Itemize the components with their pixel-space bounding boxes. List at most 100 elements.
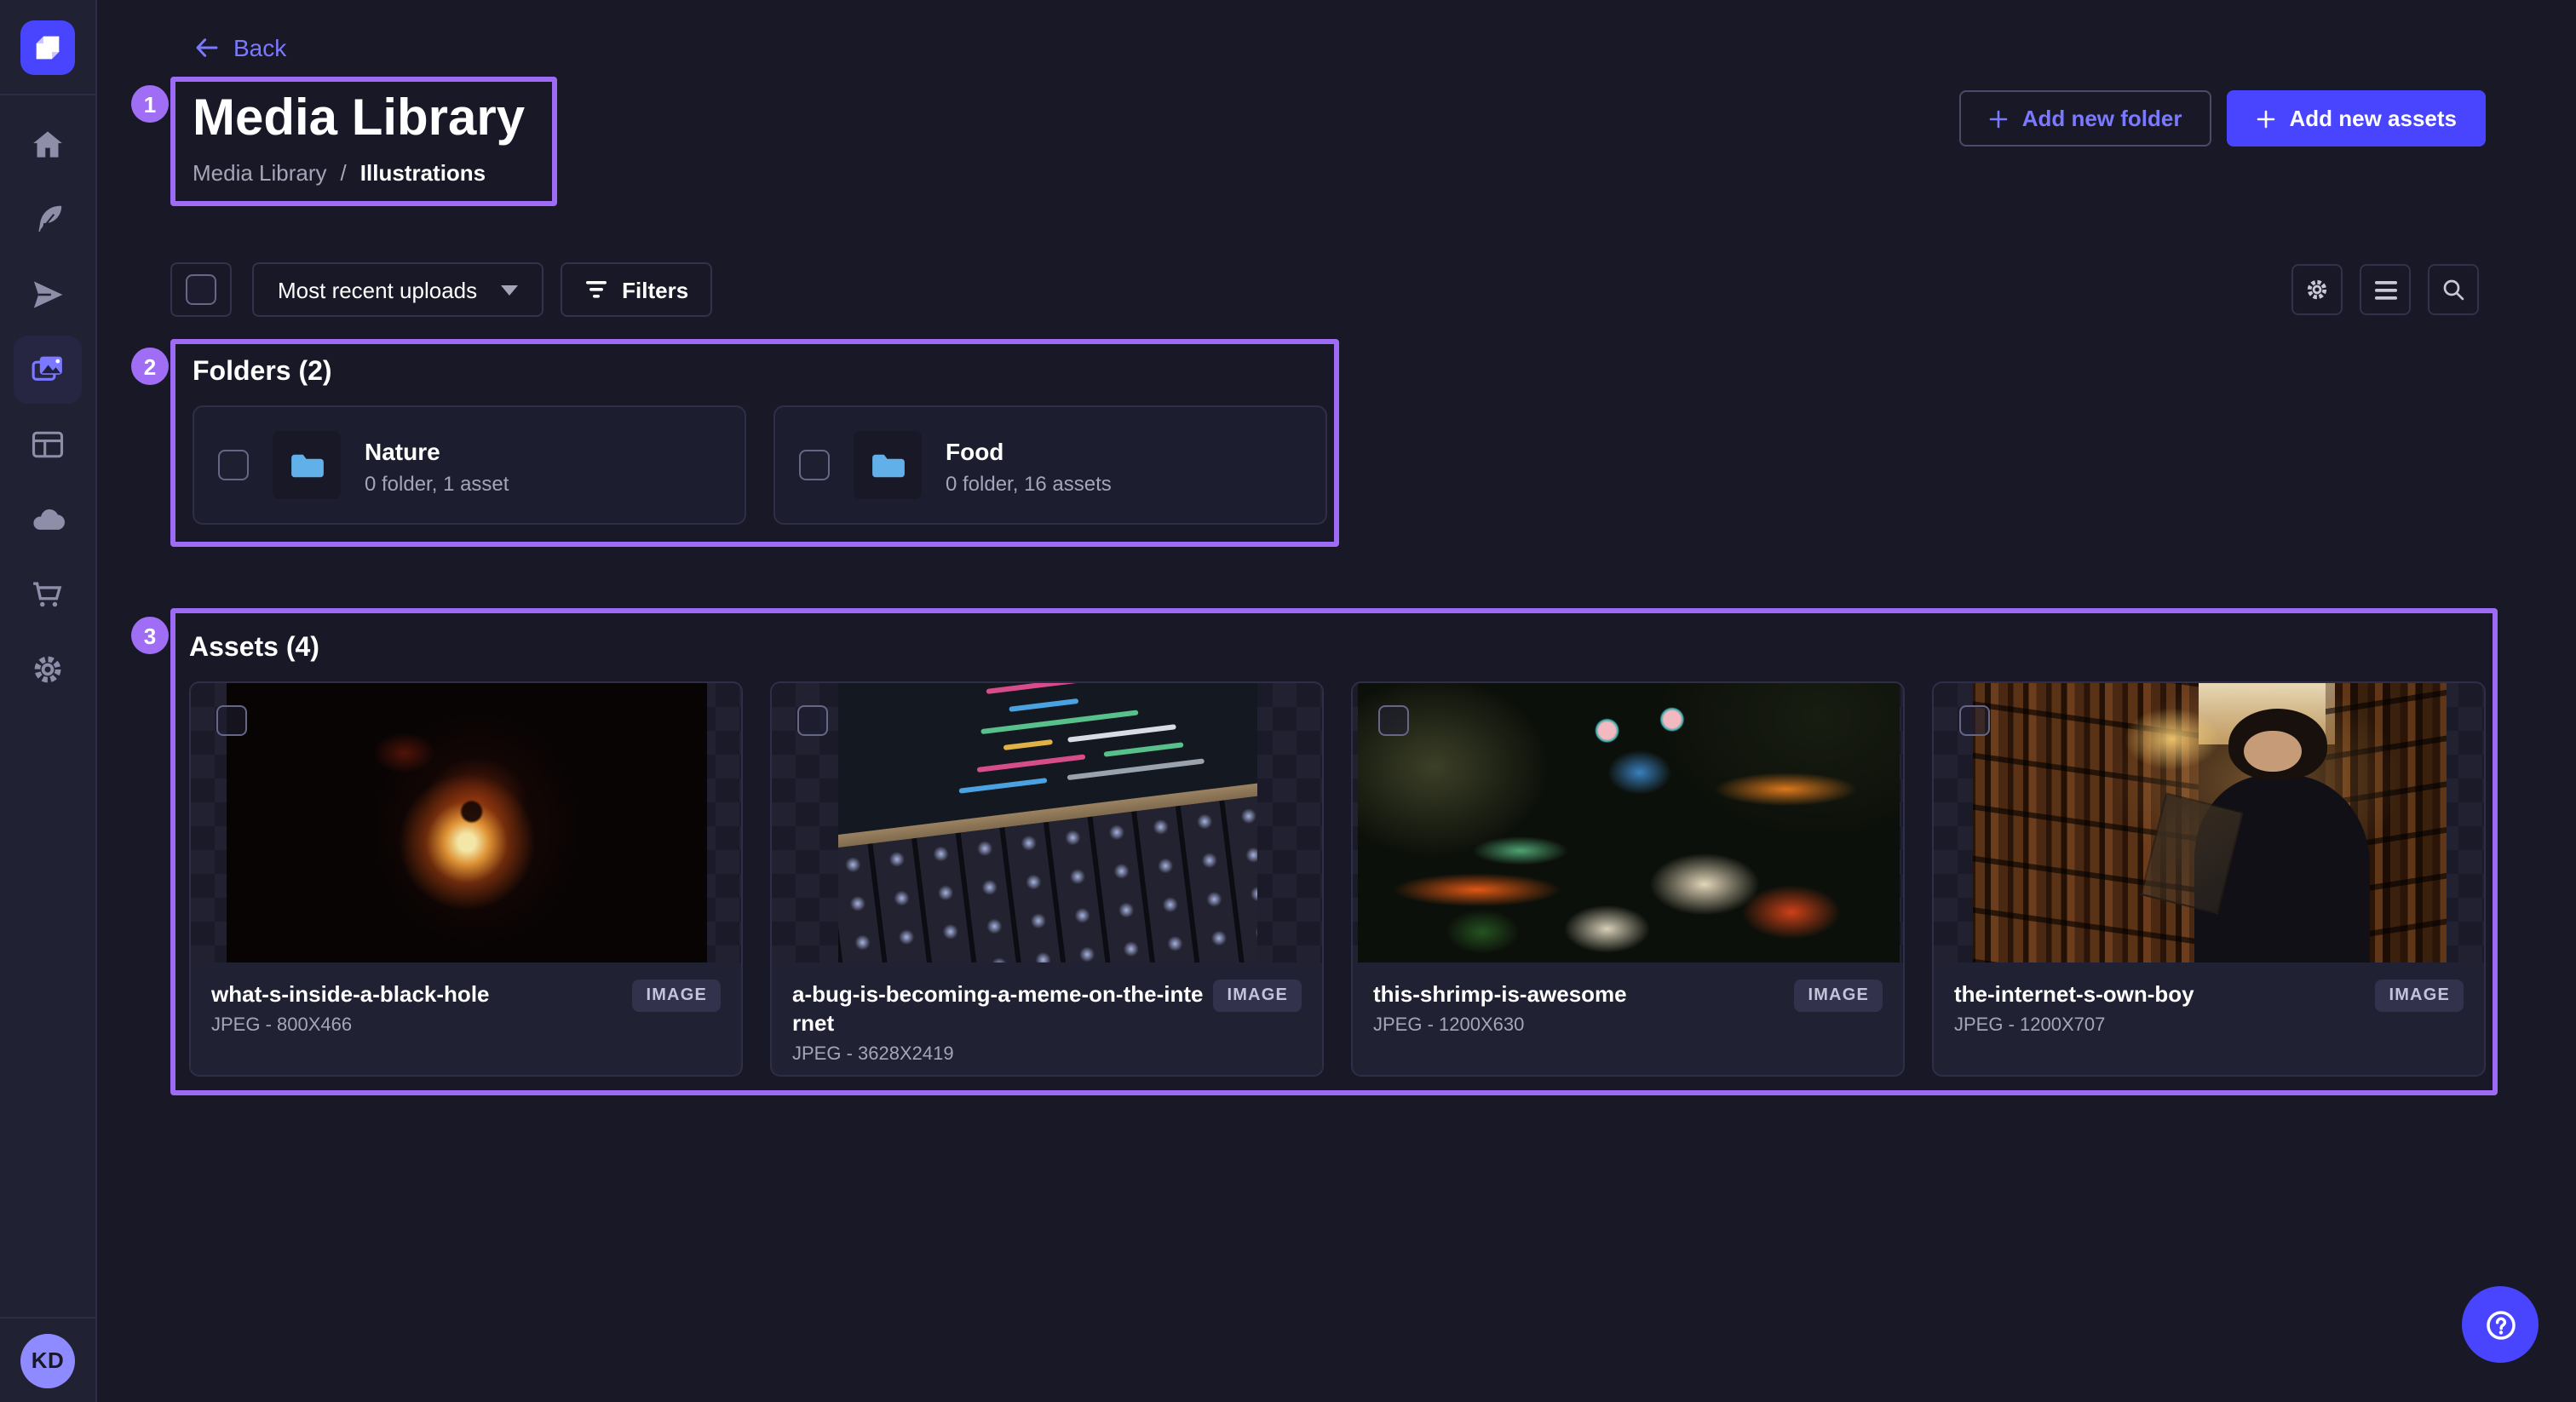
- paper-plane-icon: [29, 276, 66, 313]
- strapi-logo[interactable]: [20, 20, 75, 74]
- folder-card-food[interactable]: Food 0 folder, 16 assets: [773, 405, 1327, 525]
- cart-icon: [29, 576, 66, 613]
- strapi-logo-icon: [31, 30, 65, 64]
- app-window: KD Back 1 Media Library Media Library / …: [0, 0, 2576, 1402]
- layout-icon: [29, 426, 66, 463]
- folder-name[interactable]: Food: [946, 435, 1112, 466]
- add-new-assets-button[interactable]: Add new assets: [2226, 90, 2486, 147]
- annotation-box-3: 3 Assets (4) what-s-inside-a-black-hole …: [170, 608, 2498, 1095]
- asset-list: what-s-inside-a-black-hole JPEG - 800X46…: [189, 681, 2493, 1077]
- asset-meta: JPEG - 3628X2419: [792, 1044, 1302, 1065]
- gear-icon: [29, 651, 66, 688]
- asset-checkbox[interactable]: [797, 705, 828, 736]
- folder-name[interactable]: Nature: [365, 435, 509, 466]
- asset-card-internets-own-boy[interactable]: the-internet-s-own-boy JPEG - 1200X707 I…: [1932, 681, 2486, 1077]
- sidebar-nav: [0, 95, 95, 1317]
- folder-tile: [273, 431, 341, 499]
- folder-icon: [870, 451, 906, 480]
- view-controls: [2291, 264, 2479, 315]
- help-button[interactable]: [2462, 1286, 2539, 1363]
- back-link[interactable]: Back: [193, 0, 286, 61]
- cloud-icon: [29, 501, 66, 538]
- breadcrumb: Media Library / Illustrations: [193, 160, 525, 186]
- search-button[interactable]: [2428, 264, 2479, 315]
- asset-footer: a-bug-is-becoming-a-meme-on-the-internet…: [772, 962, 1322, 1075]
- home-icon: [29, 126, 66, 164]
- sort-dropdown[interactable]: Most recent uploads: [252, 262, 543, 317]
- laptop-code-image: [837, 683, 1256, 962]
- sidebar-item-settings[interactable]: [14, 635, 82, 704]
- add-new-folder-label: Add new folder: [2022, 106, 2182, 131]
- breadcrumb-current: Illustrations: [360, 160, 486, 186]
- asset-card-black-hole[interactable]: what-s-inside-a-black-hole JPEG - 800X46…: [189, 681, 743, 1077]
- asset-type-badge: IMAGE: [632, 980, 721, 1012]
- asset-footer: what-s-inside-a-black-hole JPEG - 800X46…: [191, 962, 741, 1075]
- folder-tile: [854, 431, 922, 499]
- settings-icon: [2303, 276, 2331, 303]
- sidebar-item-media-library[interactable]: [14, 336, 82, 404]
- feather-icon: [29, 201, 66, 238]
- folder-meta: 0 folder, 1 asset: [365, 471, 509, 495]
- folder-card-nature[interactable]: Nature 0 folder, 1 asset: [193, 405, 746, 525]
- sort-value: Most recent uploads: [278, 277, 477, 302]
- filter-icon: [584, 279, 608, 300]
- breadcrumb-parent[interactable]: Media Library: [193, 160, 327, 186]
- asset-meta: JPEG - 1200X707: [1954, 1015, 2464, 1036]
- sidebar-item-content-type-builder[interactable]: [14, 411, 82, 479]
- sidebar-item-home[interactable]: [14, 111, 82, 179]
- folder-info: Food 0 folder, 16 assets: [946, 435, 1112, 495]
- asset-card-bug-meme[interactable]: a-bug-is-becoming-a-meme-on-the-internet…: [770, 681, 1324, 1077]
- chevron-down-icon: [501, 284, 518, 296]
- mantis-shrimp-image: [1357, 683, 1899, 962]
- media-library-icon: [29, 351, 66, 388]
- page-title: Media Library: [193, 89, 525, 150]
- settings-button[interactable]: [2291, 264, 2343, 315]
- black-hole-image: [226, 683, 706, 962]
- question-icon: [2481, 1306, 2519, 1343]
- sidebar: KD: [0, 0, 97, 1402]
- logo-container: [0, 0, 95, 95]
- asset-thumbnail: [191, 683, 741, 962]
- folder-checkbox[interactable]: [218, 450, 249, 480]
- asset-checkbox[interactable]: [1959, 705, 1990, 736]
- back-arrow-icon: [193, 34, 220, 61]
- asset-meta: JPEG - 1200X630: [1373, 1015, 1883, 1036]
- toolbar: Most recent uploads Filters: [170, 262, 2479, 317]
- plus-icon: [2255, 108, 2275, 129]
- add-new-folder-button[interactable]: Add new folder: [1959, 90, 2211, 147]
- man-in-library-image: [1972, 683, 2446, 962]
- list-view-button[interactable]: [2360, 264, 2411, 315]
- asset-type-badge: IMAGE: [2375, 980, 2464, 1012]
- annotation-badge-1: 1: [131, 85, 169, 123]
- asset-type-badge: IMAGE: [1794, 980, 1883, 1012]
- header-actions: Add new folder Add new assets: [1959, 90, 2486, 147]
- asset-thumbnail: [1353, 683, 1903, 962]
- sidebar-item-marketplace[interactable]: [14, 560, 82, 629]
- annotation-box-1: 1 Media Library Media Library / Illustra…: [170, 77, 557, 206]
- annotation-box-2: 2 Folders (2) Nature 0 folder, 1 asset: [170, 339, 1339, 547]
- annotation-badge-2: 2: [131, 348, 169, 385]
- folder-checkbox[interactable]: [799, 450, 830, 480]
- asset-thumbnail: [1934, 683, 2484, 962]
- asset-checkbox[interactable]: [216, 705, 247, 736]
- folder-meta: 0 folder, 16 assets: [946, 471, 1112, 495]
- filters-label: Filters: [622, 277, 688, 302]
- sidebar-item-releases[interactable]: [14, 261, 82, 329]
- annotation-badge-3: 3: [131, 617, 169, 654]
- select-all-checkbox[interactable]: [186, 274, 216, 305]
- asset-meta: JPEG - 800X466: [211, 1015, 721, 1036]
- sidebar-item-deploy[interactable]: [14, 486, 82, 554]
- user-avatar[interactable]: KD: [20, 1333, 75, 1388]
- filters-button[interactable]: Filters: [561, 262, 712, 317]
- select-all-checkbox-button[interactable]: [170, 262, 232, 317]
- sidebar-footer: KD: [0, 1317, 95, 1402]
- asset-thumbnail: [772, 683, 1322, 962]
- asset-checkbox[interactable]: [1378, 705, 1409, 736]
- asset-footer: this-shrimp-is-awesome JPEG - 1200X630 I…: [1353, 962, 1903, 1075]
- add-new-assets-label: Add new assets: [2289, 106, 2457, 131]
- assets-heading: Assets (4): [189, 630, 2493, 668]
- asset-card-shrimp[interactable]: this-shrimp-is-awesome JPEG - 1200X630 I…: [1351, 681, 1905, 1077]
- folder-icon: [289, 451, 325, 480]
- sidebar-item-content[interactable]: [14, 186, 82, 254]
- main-content: Back 1 Media Library Media Library / Ill…: [97, 0, 2486, 1402]
